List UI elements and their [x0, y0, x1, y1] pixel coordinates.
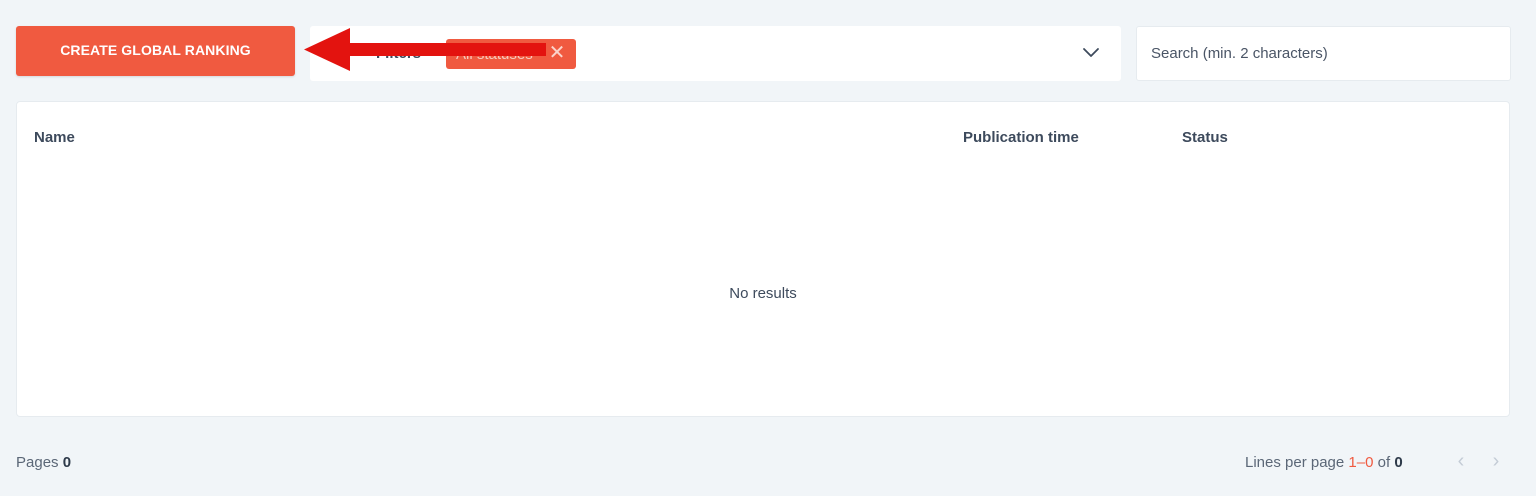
status-filter-chip-label: All statuses: [456, 45, 533, 63]
column-header-status[interactable]: Status: [1182, 129, 1228, 146]
total-count: 0: [1394, 454, 1403, 471]
pages-count: Pages 0: [16, 454, 71, 471]
of-label: of: [1377, 454, 1391, 471]
filter-dropdown[interactable]: Filters All statuses ✕: [310, 26, 1121, 81]
pagination-summary: Lines per page 1–0 of 0: [1245, 454, 1403, 471]
chevron-right-icon[interactable]: ›: [1488, 451, 1504, 472]
chevron-left-icon[interactable]: ‹: [1453, 451, 1469, 472]
close-icon[interactable]: ✕: [548, 43, 566, 63]
chevron-down-icon[interactable]: [1082, 45, 1100, 59]
lines-per-page-label: Lines per page: [1245, 454, 1345, 471]
search-input[interactable]: [1137, 27, 1510, 80]
column-header-name[interactable]: Name: [34, 129, 75, 146]
column-header-publication-time[interactable]: Publication time: [963, 129, 1079, 146]
rankings-page: CREATE GLOBAL RANKING Filters All status…: [0, 0, 1536, 496]
lines-range[interactable]: 1–0: [1348, 454, 1373, 471]
pages-label: Pages: [16, 454, 59, 471]
search-field[interactable]: [1136, 26, 1511, 81]
create-global-ranking-button[interactable]: CREATE GLOBAL RANKING: [16, 26, 295, 76]
rankings-table: Name Publication time Status No results: [16, 101, 1510, 417]
pages-value: 0: [62, 454, 72, 471]
empty-state-message: No results: [729, 285, 797, 302]
filter-label: Filters: [376, 45, 422, 62]
status-filter-chip[interactable]: All statuses ✕: [446, 39, 576, 69]
